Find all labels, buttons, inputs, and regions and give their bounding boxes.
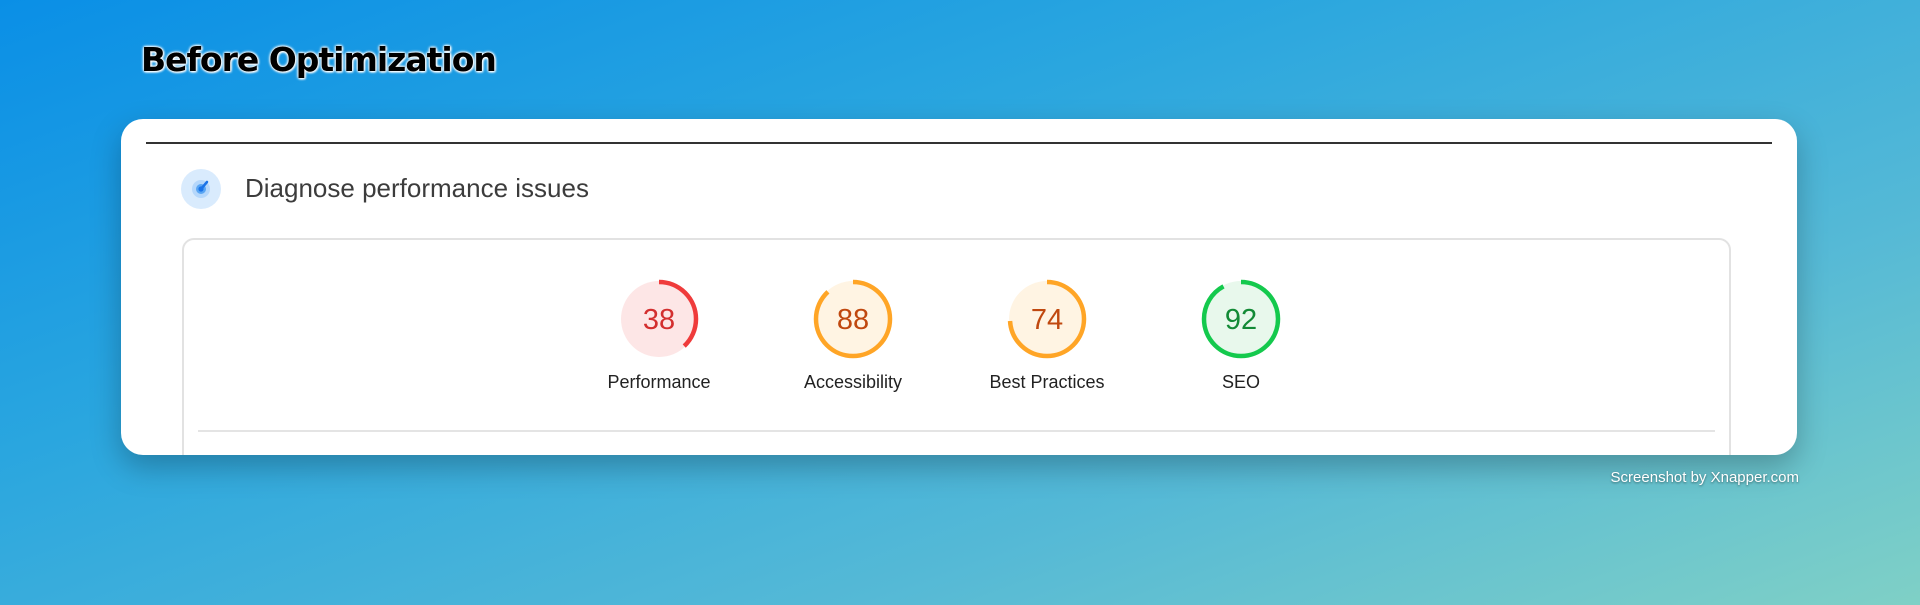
gauge-score: 38 <box>643 304 675 336</box>
panel-divider <box>198 430 1715 432</box>
diagnose-title: Diagnose performance issues <box>245 173 589 203</box>
gauge-label: Best Practices <box>989 372 1105 392</box>
gauge-label: Accessibility <box>803 372 903 392</box>
lighthouse-gauge-icon <box>181 169 221 209</box>
watermark: Screenshot by Xnapper.com <box>1610 469 1799 486</box>
gauge-label: Performance <box>607 372 711 392</box>
gauge-score: 92 <box>1225 304 1257 336</box>
score-gauge-best-practices[interactable]: 74 Best Practices <box>967 278 1127 393</box>
top-divider <box>146 142 1772 144</box>
page-heading: Before Optimization <box>141 40 497 79</box>
report-card: Diagnose performance issues 38 Performan… <box>121 119 1797 455</box>
scores-panel: 38 Performance 88 Accessibility 74 Best … <box>182 238 1731 455</box>
gauge-label: SEO <box>1221 372 1260 392</box>
gauge-score: 74 <box>1031 304 1063 336</box>
gauge-score: 88 <box>837 304 869 336</box>
score-gauge-performance[interactable]: 38 Performance <box>579 278 739 393</box>
score-gauge-seo[interactable]: 92 SEO <box>1161 278 1321 393</box>
score-gauge-accessibility[interactable]: 88 Accessibility <box>773 278 933 393</box>
